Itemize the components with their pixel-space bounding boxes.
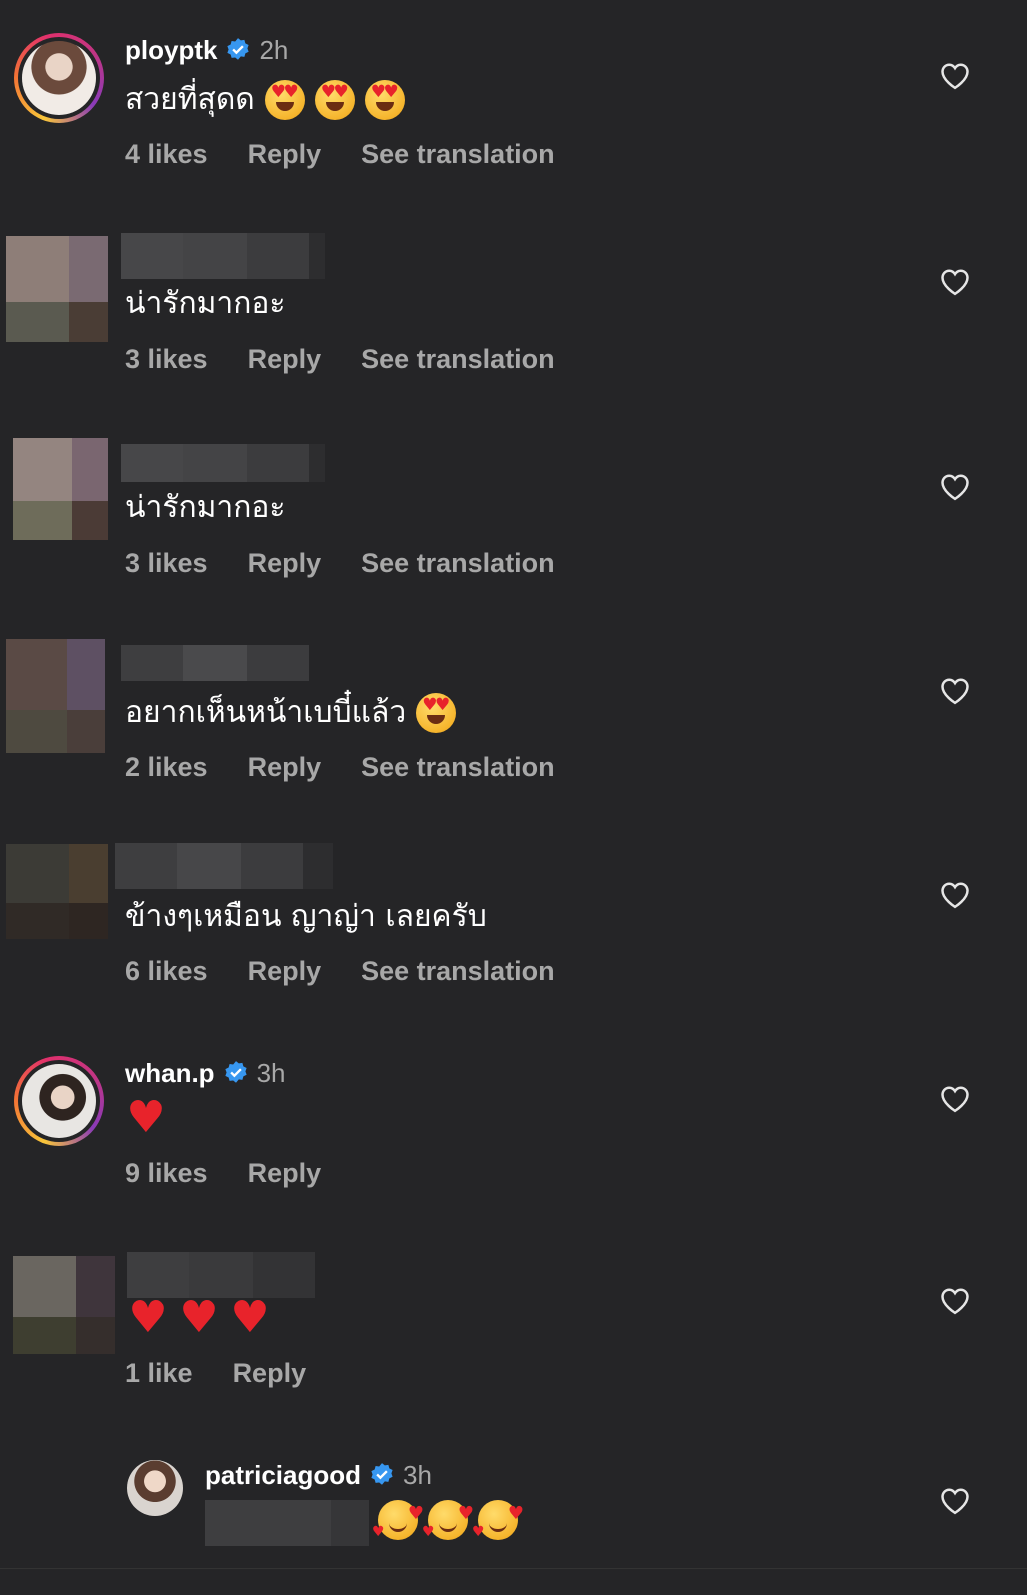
comment-header: patriciagood 3h	[205, 1457, 432, 1493]
comment-text-row: ♥	[125, 1092, 172, 1143]
comment-time: 3h	[403, 1459, 432, 1490]
heart-eyes-emoji	[314, 80, 355, 120]
heart-outline-icon[interactable]	[940, 62, 970, 90]
comment-text: น่ารักมากอะ	[125, 490, 286, 525]
likes-count[interactable]: 2 likes	[125, 752, 208, 783]
comment-text-row	[372, 1494, 524, 1552]
see-translation-button[interactable]: See translation	[361, 344, 555, 375]
verified-badge-icon	[224, 1061, 247, 1083]
redacted-username	[121, 444, 325, 482]
heart-outline-icon[interactable]	[940, 268, 970, 296]
likes-count[interactable]: 3 likes	[125, 344, 208, 375]
reply-button[interactable]: Reply	[248, 1158, 322, 1189]
heart-outline-icon[interactable]	[940, 473, 970, 501]
likes-count[interactable]: 3 likes	[125, 548, 208, 579]
heart-outline-icon[interactable]	[940, 881, 970, 909]
see-translation-button[interactable]: See translation	[361, 956, 555, 987]
avatar[interactable]	[6, 639, 105, 753]
redacted-username	[115, 843, 333, 889]
comment-time: 3h	[256, 1057, 286, 1088]
avatar[interactable]	[13, 438, 108, 540]
heart-outline-icon[interactable]	[940, 1085, 970, 1113]
comment-text: อยากเห็นหน้าเบบี๋แล้ว	[125, 695, 407, 730]
comment-text-row: ♥ ♥ ♥	[127, 1292, 276, 1343]
comment-header: whan.p 3h	[125, 1055, 285, 1091]
username[interactable]: patriciagood	[205, 1460, 361, 1491]
see-translation-button[interactable]: See translation	[361, 139, 555, 170]
comment-text-row: ข้างๆเหมือน ญาญ่า เลยครับ	[125, 897, 487, 937]
comment-text-row: อยากเห็นหน้าเบบี๋แล้ว	[125, 693, 457, 733]
smiling-face-with-hearts-emoji	[422, 1494, 474, 1552]
comment-header: ployptk 2h	[125, 32, 288, 68]
heart-eyes-emoji	[264, 80, 305, 120]
comment-text-row: น่ารักมากอะ	[125, 284, 286, 324]
reply-button[interactable]: Reply	[233, 1358, 307, 1389]
username[interactable]: whan.p	[125, 1058, 215, 1089]
comment-text: น่ารักมากอะ	[125, 286, 286, 321]
smiling-face-with-hearts-emoji	[472, 1494, 524, 1552]
reply-button[interactable]: Reply	[248, 139, 322, 170]
comment-actions: 3 likes Reply See translation	[125, 548, 555, 579]
verified-badge-icon	[227, 38, 250, 60]
redacted-username	[121, 233, 325, 279]
red-heart-emoji: ♥	[179, 1292, 219, 1343]
heart-outline-icon[interactable]	[940, 1287, 970, 1315]
heart-outline-icon[interactable]	[940, 677, 970, 705]
comment-text: สวยที่สุดด	[125, 82, 255, 117]
see-translation-button[interactable]: See translation	[361, 752, 555, 783]
avatar[interactable]	[14, 1056, 104, 1146]
username[interactable]: ployptk	[125, 35, 217, 66]
comment-text-row: น่ารักมากอะ	[125, 488, 286, 528]
verified-badge-icon	[371, 1463, 393, 1485]
reply-button[interactable]: Reply	[248, 752, 322, 783]
avatar[interactable]	[13, 1256, 115, 1354]
reply-button[interactable]: Reply	[248, 344, 322, 375]
likes-count[interactable]: 6 likes	[125, 956, 208, 987]
avatar[interactable]	[6, 236, 108, 342]
likes-count[interactable]: 1 like	[125, 1358, 193, 1389]
likes-count[interactable]: 4 likes	[125, 139, 208, 170]
red-heart-emoji: ♥	[230, 1292, 270, 1343]
comment-actions: 6 likes Reply See translation	[125, 956, 555, 987]
comment-text-row: สวยที่สุดด	[125, 80, 405, 120]
reply-button[interactable]: Reply	[248, 548, 322, 579]
redacted-username	[121, 645, 309, 681]
divider	[0, 1568, 1027, 1569]
comment-actions: 4 likes Reply See translation	[125, 139, 555, 170]
heart-eyes-emoji	[416, 693, 457, 733]
comment-actions: 1 like Reply	[125, 1358, 306, 1389]
avatar[interactable]	[127, 1460, 183, 1516]
heart-eyes-emoji	[364, 80, 405, 120]
avatar[interactable]	[14, 33, 104, 123]
see-translation-button[interactable]: See translation	[361, 548, 555, 579]
smiling-face-with-hearts-emoji	[372, 1494, 424, 1552]
redacted-mention	[205, 1500, 369, 1546]
avatar[interactable]	[6, 844, 108, 939]
comment-actions: 2 likes Reply See translation	[125, 752, 555, 783]
comment-text: ข้างๆเหมือน ญาญ่า เลยครับ	[125, 899, 487, 934]
comment-actions: 3 likes Reply See translation	[125, 344, 555, 375]
comment-actions: 9 likes Reply	[125, 1158, 321, 1189]
red-heart-emoji: ♥	[128, 1292, 168, 1343]
red-heart-emoji: ♥	[126, 1092, 166, 1143]
comment-time: 2h	[259, 34, 289, 65]
reply-button[interactable]: Reply	[248, 956, 322, 987]
heart-outline-icon[interactable]	[940, 1487, 970, 1515]
likes-count[interactable]: 9 likes	[125, 1158, 208, 1189]
